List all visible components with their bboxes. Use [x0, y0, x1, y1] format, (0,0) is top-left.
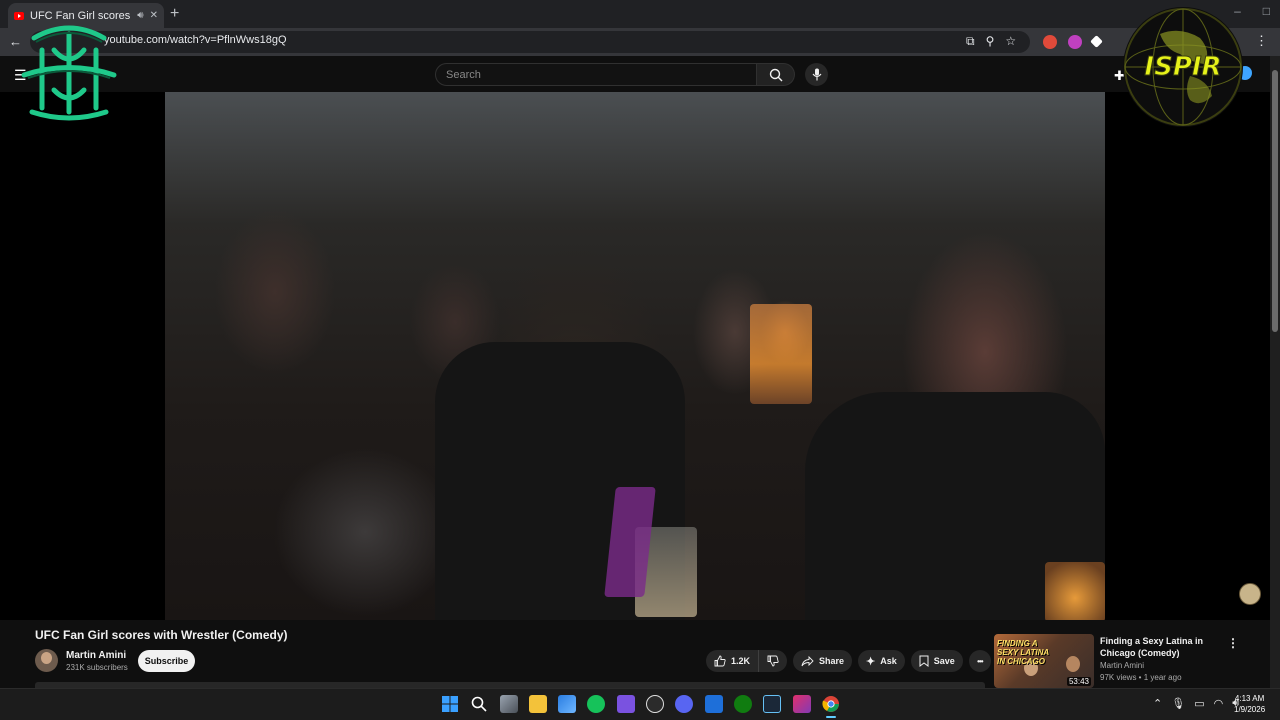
instagram-icon[interactable] [793, 695, 811, 713]
dislike-button[interactable] [758, 650, 788, 672]
video-actions: 1.2K Share ✦ Ask Save ••• [706, 650, 991, 672]
green-monogram-logo [21, 25, 117, 121]
youtube-favicon-icon [14, 11, 24, 20]
bookmark-star-icon[interactable]: ☆ [1005, 34, 1016, 49]
search-input[interactable] [435, 63, 757, 86]
ask-label: Ask [880, 656, 897, 666]
channel-name[interactable]: Martin Amini [66, 650, 126, 661]
save-label: Save [933, 656, 955, 666]
video-frame[interactable] [165, 92, 1105, 620]
like-count: 1.2K [731, 656, 751, 666]
extension-icon[interactable] [1043, 35, 1057, 49]
logo-text: ISPIR [1144, 52, 1221, 82]
taskbar-search-icon[interactable] [470, 695, 488, 713]
microphone-icon [812, 68, 821, 81]
discord-icon[interactable] [675, 695, 693, 713]
recommendation-meta: 97K views • 1 year ago [1100, 673, 1182, 682]
maximize-icon[interactable]: □ [1263, 4, 1270, 18]
share-button[interactable]: Share [793, 650, 853, 672]
share-label: Share [819, 656, 845, 666]
video-scene-glass [1045, 562, 1105, 620]
thumbs-up-icon [714, 655, 726, 667]
search-icon [769, 68, 782, 81]
app-icon[interactable] [587, 695, 605, 713]
file-explorer-icon[interactable] [529, 695, 547, 713]
page-scrollbar[interactable] [1270, 56, 1280, 688]
recommendation-channel[interactable]: Martin Amini [1100, 661, 1144, 670]
windows-start-icon[interactable] [441, 695, 459, 713]
tab-close-icon[interactable]: ✕ [150, 10, 158, 21]
save-button[interactable]: Save [910, 650, 963, 672]
channel-subscriber-count: 231K subscribers [66, 663, 128, 672]
globe-ispir-logo: ISPIR [1123, 7, 1243, 127]
recommendation-thumbnail[interactable]: FINDING A SEXY LATINA IN CHICAGO 53:43 [994, 634, 1094, 688]
app-icon[interactable] [617, 695, 635, 713]
thumbnail-text: FINDING A SEXY LATINA IN CHICAGO [997, 639, 1049, 666]
more-actions-button[interactable]: ••• [968, 650, 991, 672]
subscribe-button[interactable]: Subscribe [138, 650, 195, 672]
thumbnail-face [1066, 656, 1080, 672]
windows-taskbar [0, 688, 1280, 720]
steam-icon[interactable] [763, 695, 781, 713]
ask-button[interactable]: ✦ Ask [858, 650, 905, 672]
microsoft-store-icon[interactable] [558, 695, 576, 713]
clock-time: 4:13 AM [1234, 694, 1265, 703]
browser-menu-icon[interactable]: ⋮ [1255, 33, 1268, 49]
channel-avatar[interactable] [35, 649, 58, 672]
recommendation-menu-icon[interactable]: ⋮ [1227, 636, 1239, 650]
mail-icon[interactable] [705, 695, 723, 713]
scrollbar-thumb[interactable] [1272, 70, 1278, 332]
chevron-up-icon[interactable]: ⌃ [1153, 697, 1162, 710]
voice-search-button[interactable] [805, 63, 828, 86]
sparkle-icon: ✦ [866, 655, 876, 668]
taskbar-clock[interactable]: 4:13 AM 1/9/2026 [1234, 693, 1265, 715]
bookmark-icon [919, 655, 929, 667]
omnibox-actions: ⧉ ⚲ ☆ [966, 34, 1016, 49]
video-duration: 53:43 [1066, 677, 1091, 686]
recommendation-title[interactable]: Finding a Sexy Latina in Chicago (Comedy… [1100, 635, 1220, 659]
cast-icon[interactable]: ⧉ [966, 34, 975, 49]
app-icon[interactable] [646, 695, 664, 713]
chrome-icon[interactable] [822, 695, 840, 713]
thumbs-down-icon [767, 655, 779, 667]
task-view-icon[interactable] [500, 695, 518, 713]
system-tray: ⌃ 🎙︎ ▭ ◠ 🔊︎ [1153, 697, 1239, 710]
speaker-icon[interactable]: 🔊︎ [137, 10, 143, 21]
miniplayer-avatar[interactable] [1239, 583, 1261, 605]
clock-date: 1/9/2026 [1234, 705, 1266, 714]
display-icon[interactable]: ▭ [1194, 697, 1204, 710]
active-app-indicator [826, 716, 836, 718]
wifi-icon[interactable]: ◠ [1214, 697, 1224, 710]
search-button[interactable] [757, 63, 795, 86]
like-button[interactable]: 1.2K [706, 650, 759, 672]
microphone-tray-icon[interactable]: 🎙︎ [1171, 697, 1185, 710]
more-icon: ••• [977, 656, 983, 666]
search-bar [435, 63, 795, 86]
zoom-icon[interactable]: ⚲ [986, 34, 995, 49]
extension-icon[interactable] [1068, 35, 1082, 49]
video-title: UFC Fan Girl scores with Wrestler (Comed… [35, 628, 288, 642]
share-arrow-icon [801, 655, 814, 666]
new-tab-button[interactable]: + [170, 5, 179, 23]
video-scene-glass [750, 304, 812, 404]
url-text[interactable]: youtube.com/watch?v=PflnWws18gQ [104, 34, 287, 46]
browser-tab-strip: UFC Fan Girl scores with W 🔊︎ ✕ + – □ [0, 0, 1280, 28]
xbox-icon[interactable] [734, 695, 752, 713]
